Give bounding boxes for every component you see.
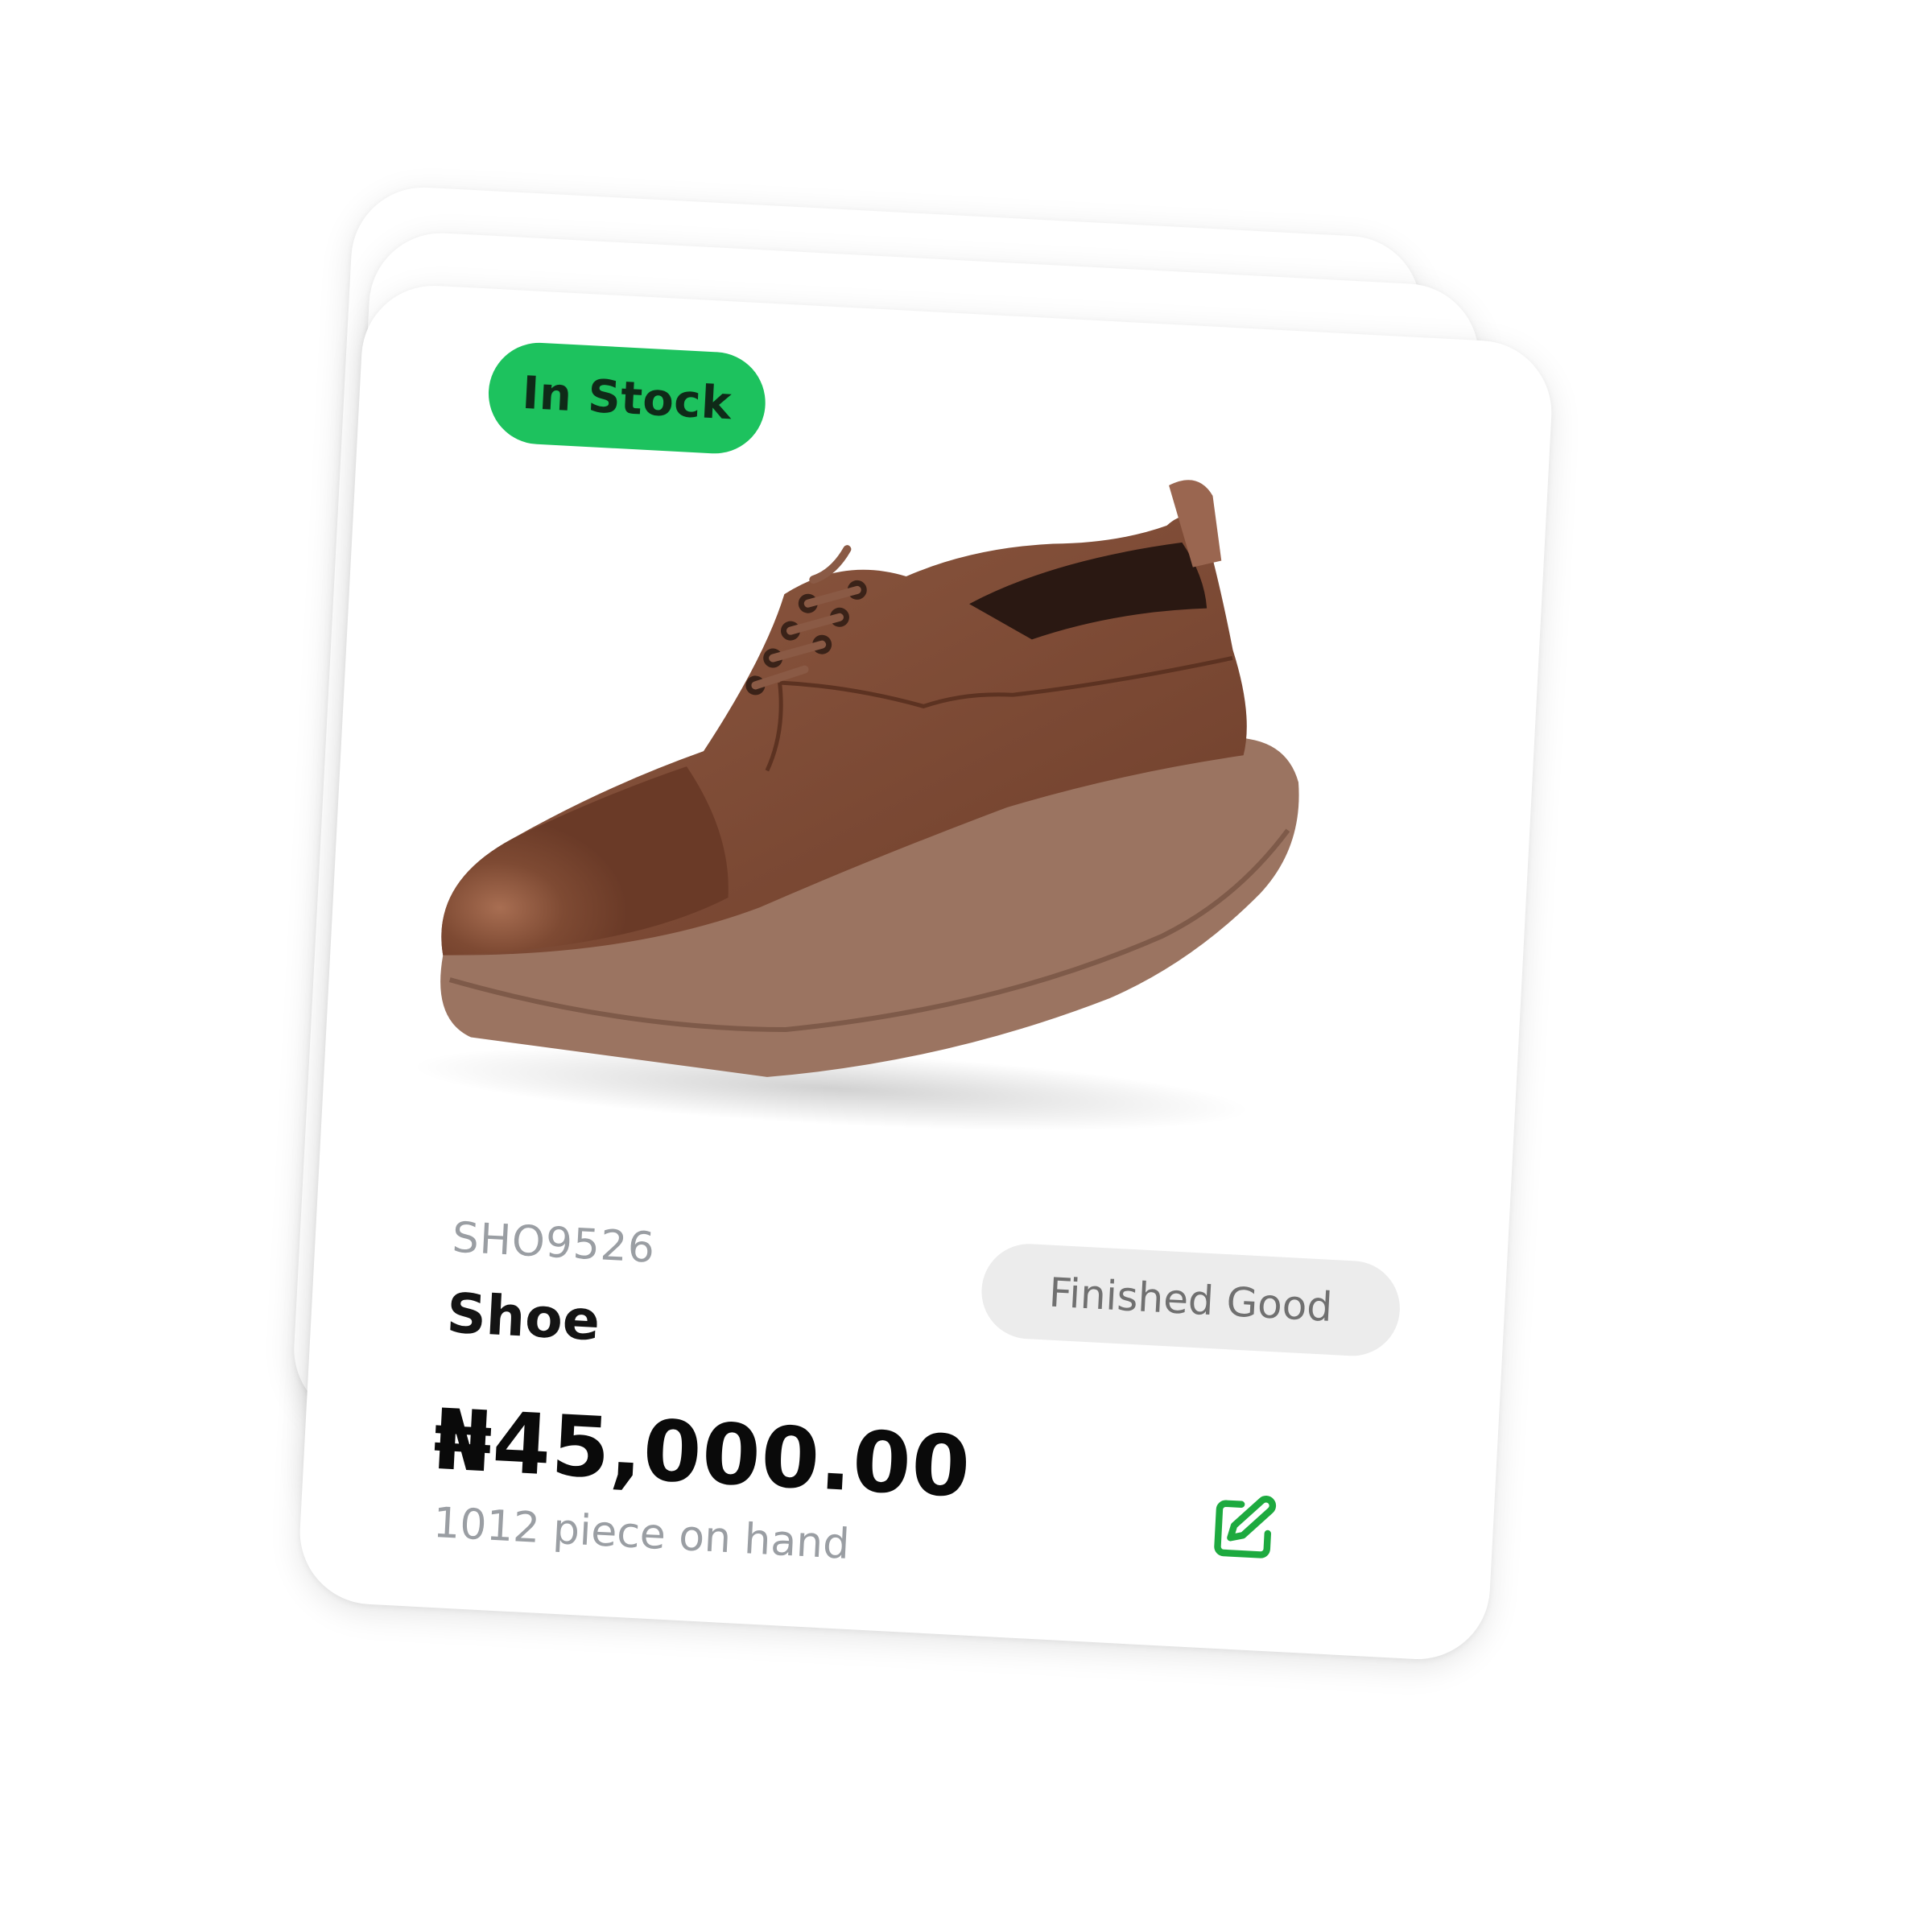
product-sku: SHO9526 [451,1213,657,1273]
category-badge: Finished Good [979,1241,1402,1359]
edit-icon [1214,1496,1277,1558]
stock-on-hand: 1012 piece on hand [431,1498,851,1569]
edit-button[interactable] [1201,1487,1286,1571]
product-card[interactable]: In Stock SHO9526 Shoe Finished Good ₦45,… [296,282,1555,1663]
product-image [378,398,1492,1178]
category-label: Finished Good [1047,1269,1334,1331]
product-price: ₦45,000.00 [431,1389,974,1517]
product-name: Shoe [444,1282,602,1354]
product-card-stack: In Stock SHO9526 Shoe Finished Good ₦45,… [0,0,1932,1932]
